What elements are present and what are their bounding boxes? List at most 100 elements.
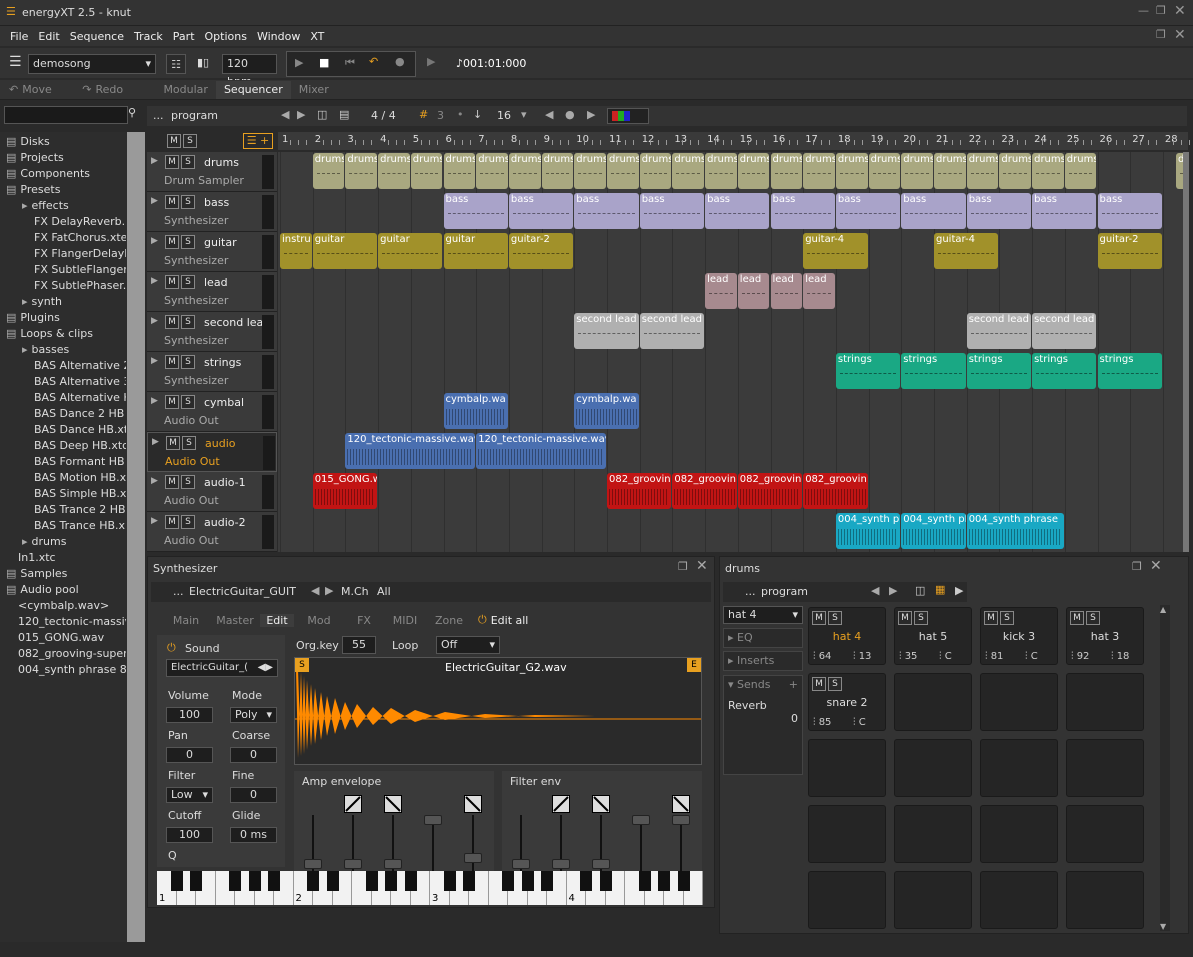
clip[interactable]: drums	[672, 153, 705, 189]
solo-button[interactable]: S	[181, 275, 195, 289]
clip[interactable]: drums	[901, 153, 933, 189]
clip[interactable]: bass	[508, 193, 574, 229]
browser-item[interactable]: ▤ Plugins	[6, 310, 126, 326]
solo-button[interactable]: S	[182, 436, 196, 450]
drum-pad[interactable]	[894, 739, 972, 797]
clip[interactable]: drums	[1032, 153, 1064, 189]
clip[interactable]: bass	[901, 193, 966, 229]
black-key[interactable]	[443, 871, 456, 891]
browser-item[interactable]: 120_tectonic-massiv	[14, 614, 126, 630]
menu-file[interactable]: File	[10, 30, 28, 43]
release-curve-icon[interactable]	[672, 795, 690, 813]
drum-pad[interactable]	[1066, 805, 1144, 863]
menu-edit[interactable]: Edit	[38, 30, 59, 43]
browser-search-input[interactable]	[4, 106, 128, 124]
arrangement-area[interactable]: drums drums drums drums drums drums drums drums…	[278, 152, 1188, 552]
prev-icon[interactable]: ◀	[311, 584, 319, 597]
black-key[interactable]	[326, 871, 339, 891]
drum-pad[interactable]	[980, 673, 1058, 731]
mute-button[interactable]: M	[165, 155, 179, 169]
scroll-up-icon[interactable]: ▲	[1160, 605, 1166, 614]
record-icon[interactable]: ●	[395, 55, 405, 68]
clip[interactable]: bass	[1097, 193, 1162, 229]
clip[interactable]: lead	[770, 273, 803, 309]
browser-item[interactable]: 082_grooving-super	[14, 646, 126, 662]
list-icon[interactable]: ▤	[339, 108, 349, 121]
expand-icon[interactable]: ▶	[151, 196, 158, 206]
mute-button[interactable]: M	[165, 235, 179, 249]
coarse-field[interactable]: 0	[230, 747, 277, 763]
clip[interactable]: strings	[1032, 353, 1097, 389]
clip[interactable]: lead	[705, 273, 737, 309]
track-header[interactable]: ▶ M Scymbal Audio Out	[147, 392, 277, 432]
decay-curve-icon[interactable]	[592, 795, 610, 813]
cutoff-field[interactable]: 100	[166, 827, 213, 843]
clip[interactable]: 015_GONG.w	[312, 473, 378, 509]
clip[interactable]: 004_synth pl	[901, 513, 966, 549]
black-key[interactable]	[268, 871, 280, 891]
rewind-icon[interactable]: ⏮	[345, 56, 355, 70]
clip[interactable]: second lead	[574, 313, 639, 349]
pad-mute-button[interactable]: M	[898, 611, 912, 625]
clip[interactable]: drums	[541, 153, 574, 189]
decay-curve-icon[interactable]	[384, 795, 402, 813]
browser-item[interactable]: ▸ basses	[22, 342, 126, 358]
volume-field[interactable]: 100	[166, 707, 213, 723]
clip[interactable]: bass	[770, 193, 835, 229]
master-solo-button[interactable]: S	[183, 134, 197, 148]
tab-mixer[interactable]: Mixer	[291, 83, 337, 96]
mute-button[interactable]: M	[165, 195, 179, 209]
browser-item[interactable]: BAS Alternative 3	[30, 374, 126, 390]
edit-all-button[interactable]: Edit all	[491, 614, 529, 627]
browser-item[interactable]: ▸ synth	[22, 294, 126, 310]
grid-value[interactable]: 3	[437, 109, 444, 122]
tab-master[interactable]: Master	[210, 614, 260, 627]
menu-part[interactable]: Part	[173, 30, 195, 43]
close-icon[interactable]: ✕	[1174, 27, 1186, 43]
pad-mute-button[interactable]: M	[812, 611, 826, 625]
power-icon[interactable]: ⏻	[478, 613, 487, 627]
browser-item[interactable]: ▤ Samples	[6, 566, 126, 582]
clip[interactable]: guitar	[443, 233, 508, 269]
clip[interactable]: strings	[966, 353, 1032, 389]
drum-pad[interactable]: M Skick 3 ⫶ 81 ⫶ C	[980, 607, 1058, 665]
black-key[interactable]	[365, 871, 378, 891]
stop-icon[interactable]: ■	[319, 56, 329, 69]
mute-button[interactable]: M	[165, 275, 179, 289]
inserts-section[interactable]: ▸ Inserts	[723, 651, 803, 671]
prev-icon[interactable]: ◀	[871, 584, 879, 597]
clip[interactable]: bass	[966, 193, 1032, 229]
sends-toggle[interactable]: ▾ Sends	[728, 678, 770, 691]
track-header[interactable]: ▶ M Sguitar Synthesizer	[147, 232, 277, 272]
expand-icon[interactable]: ▶	[151, 236, 158, 246]
fine-field[interactable]: 0	[230, 787, 277, 803]
channel-all[interactable]: All	[377, 585, 391, 598]
track-name[interactable]: bass	[204, 196, 229, 209]
solo-button[interactable]: S	[181, 475, 195, 489]
ellipsis[interactable]: ...	[745, 585, 756, 598]
drum-pad[interactable]	[1066, 673, 1144, 731]
grid-view-icon[interactable]: ▦	[935, 583, 945, 596]
fader-knob[interactable]	[512, 859, 530, 869]
close-icon[interactable]: ✕	[1150, 558, 1162, 574]
arrow-down-icon[interactable]: ↓	[473, 108, 482, 121]
fader-knob[interactable]	[384, 859, 402, 869]
arrange-scrollbar[interactable]	[1183, 152, 1189, 552]
clip[interactable]: drums	[835, 153, 868, 189]
drum-pad[interactable]: M Shat 3 ⫶ 92 ⫶ 18	[1066, 607, 1144, 665]
mute-button[interactable]: M	[166, 436, 180, 450]
next-icon[interactable]: ▶	[297, 108, 305, 121]
clip[interactable]: drums	[1064, 153, 1097, 189]
browser-item[interactable]: FX FatChorus.xte	[30, 230, 126, 246]
tab-sequencer[interactable]: Sequencer	[215, 80, 291, 99]
clip[interactable]: drums	[966, 153, 999, 189]
mute-button[interactable]: M	[165, 395, 179, 409]
sound-select[interactable]: ElectricGuitar_(◀▶	[166, 659, 278, 677]
clip[interactable]: strings	[1097, 353, 1162, 389]
reverb-value[interactable]: 0	[728, 712, 798, 725]
clip[interactable]: 120_tectonic-massive.wav	[345, 433, 476, 469]
browser-item[interactable]: BAS Simple HB.x	[30, 486, 126, 502]
pad-mute-button[interactable]: M	[984, 611, 998, 625]
track-header[interactable]: ▶ M Ssecond lead Synthesizer	[147, 312, 277, 352]
pad-select[interactable]: hat 4 ▾	[723, 606, 803, 624]
